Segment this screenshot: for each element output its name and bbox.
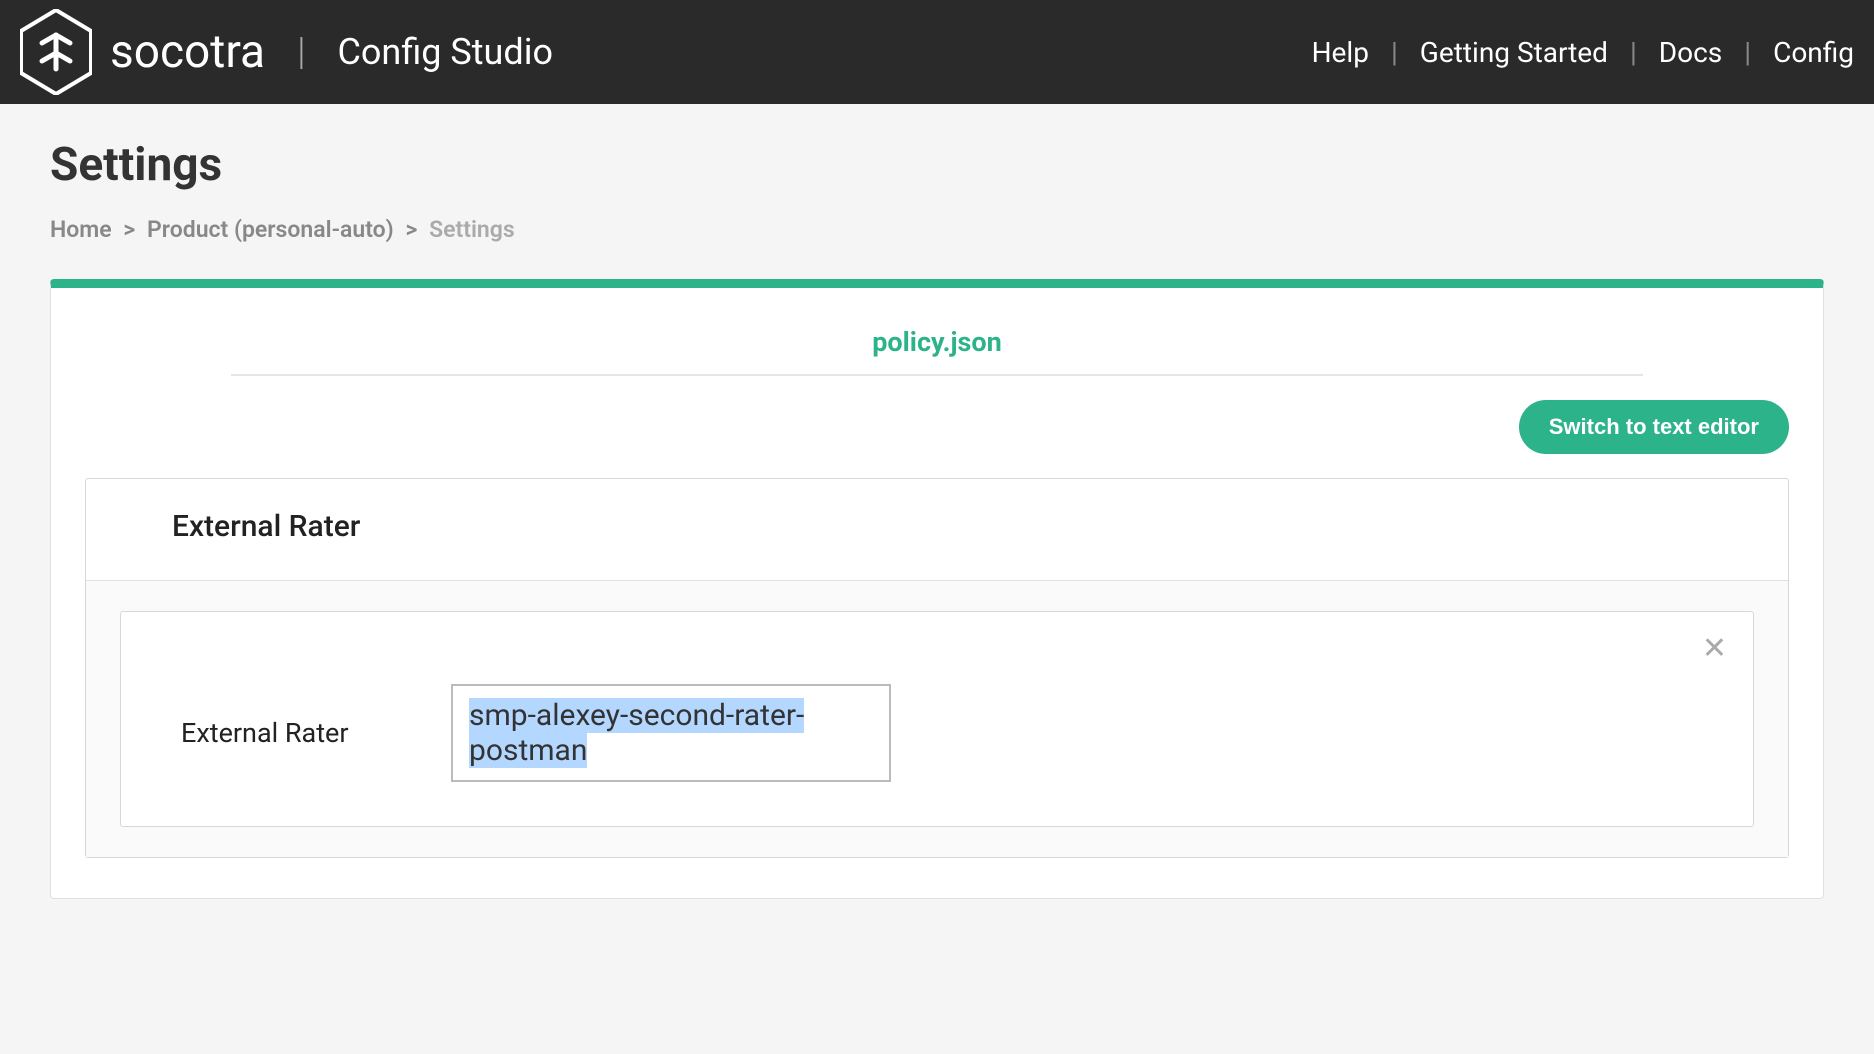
breadcrumb-separator: > [123,216,135,243]
tab-policy-json[interactable]: policy.json [872,316,1002,368]
nav-docs[interactable]: Docs [1659,36,1722,69]
nav-help[interactable]: Help [1312,36,1369,69]
logo-wrap: socotra [20,9,265,95]
external-rater-section: External Rater ✕ External Rater smp-alex… [85,478,1789,858]
socotra-logo-icon [20,9,92,95]
page-content: Settings Home > Product (personal-auto) … [0,104,1874,959]
field-row: External Rater smp-alexey-second-rater-p… [181,684,1709,782]
tab-underline [231,374,1643,376]
section-title: External Rater [86,479,1788,581]
settings-card: policy.json Switch to text editor Extern… [50,279,1824,899]
action-row: Switch to text editor [51,400,1823,478]
switch-to-text-editor-button[interactable]: Switch to text editor [1519,400,1789,454]
section-body: ✕ External Rater smp-alexey-second-rater… [86,581,1788,857]
app-name: Config Studio [337,31,553,73]
nav-separator: | [1391,36,1398,69]
breadcrumb-separator: > [405,216,417,243]
field-card: ✕ External Rater smp-alexey-second-rater… [120,611,1754,827]
breadcrumb: Home > Product (personal-auto) > Setting… [50,216,1824,243]
tab-row: policy.json [51,316,1823,368]
nav-separator: | [1630,36,1637,69]
close-icon[interactable]: ✕ [1702,634,1727,664]
brand-text: socotra [110,25,265,79]
breadcrumb-current: Settings [429,216,515,243]
header-nav: Help | Getting Started | Docs | Config [1312,36,1854,69]
external-rater-input[interactable]: smp-alexey-second-rater-postman [451,684,891,782]
nav-separator: | [1744,36,1751,69]
nav-config[interactable]: Config [1773,36,1854,69]
breadcrumb-home[interactable]: Home [50,216,112,243]
external-rater-label: External Rater [181,717,381,749]
header-separator: | [297,30,305,74]
nav-getting-started[interactable]: Getting Started [1420,36,1608,69]
app-header: socotra | Config Studio Help | Getting S… [0,0,1874,104]
page-title: Settings [50,138,1824,192]
breadcrumb-product[interactable]: Product (personal-auto) [147,216,394,243]
